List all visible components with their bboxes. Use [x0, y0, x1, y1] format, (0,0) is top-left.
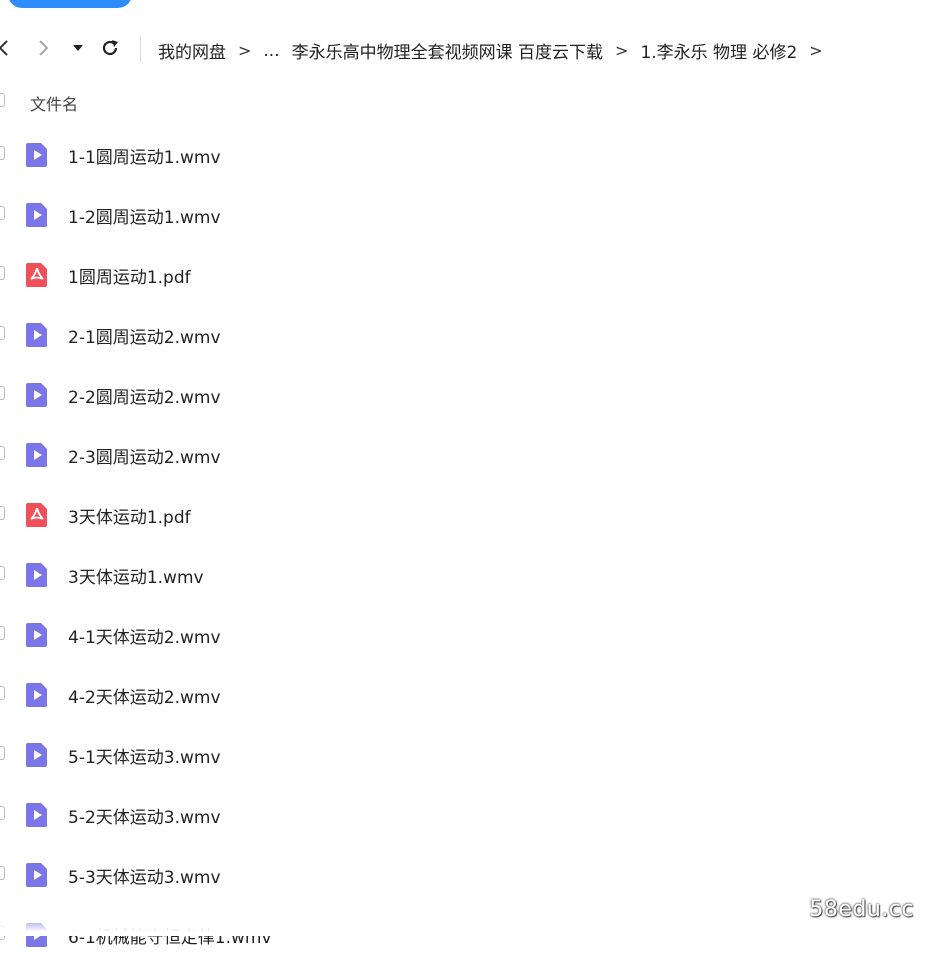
file-row[interactable]: 1-1圆周运动1.wmv	[0, 124, 932, 184]
video-file-icon	[25, 622, 49, 648]
file-row[interactable]: 2-3圆周运动2.wmv	[0, 424, 932, 484]
history-dropdown-button[interactable]	[70, 36, 86, 60]
file-row[interactable]: 2-1圆周运动2.wmv	[0, 304, 932, 364]
file-checkbox[interactable]	[0, 266, 5, 280]
breadcrumb-separator: >	[615, 41, 629, 60]
back-button[interactable]	[0, 36, 12, 60]
pdf-file-icon	[25, 262, 49, 288]
file-checkbox[interactable]	[0, 866, 5, 880]
chevron-right-icon	[39, 40, 49, 56]
watermark: 58edu.cc	[809, 897, 914, 922]
file-row[interactable]: 5-2天体运动3.wmv	[0, 784, 932, 844]
file-name[interactable]: 2-2圆周运动2.wmv	[68, 383, 221, 408]
nav-divider	[140, 36, 141, 62]
file-checkbox[interactable]	[0, 746, 5, 760]
video-file-icon	[25, 382, 49, 408]
file-name[interactable]: 4-1天体运动2.wmv	[68, 623, 221, 648]
file-checkbox[interactable]	[0, 506, 5, 520]
file-name[interactable]: 1-1圆周运动1.wmv	[68, 143, 221, 168]
file-checkbox[interactable]	[0, 146, 5, 160]
breadcrumb-ellipsis[interactable]: ...	[263, 41, 279, 61]
file-row[interactable]: 1-2圆周运动1.wmv	[0, 184, 932, 244]
file-checkbox[interactable]	[0, 626, 5, 640]
pdf-file-icon	[25, 502, 49, 528]
video-file-icon	[25, 142, 49, 168]
file-name[interactable]: 5-3天体运动3.wmv	[68, 863, 221, 888]
breadcrumb-root[interactable]: 我的网盘	[158, 38, 226, 63]
file-checkbox[interactable]	[0, 806, 5, 820]
file-row[interactable]: 5-3天体运动3.wmv	[0, 844, 932, 904]
file-name[interactable]: 4-2天体运动2.wmv	[68, 683, 221, 708]
select-all-checkbox[interactable]	[0, 93, 5, 107]
file-checkbox[interactable]	[0, 326, 5, 340]
file-checkbox[interactable]	[0, 386, 5, 400]
file-name[interactable]: 1圆周运动1.pdf	[68, 263, 191, 288]
file-name[interactable]: 2-3圆周运动2.wmv	[68, 443, 221, 468]
video-file-icon	[25, 562, 49, 588]
caret-down-icon	[73, 45, 83, 51]
file-row[interactable]: 5-1天体运动3.wmv	[0, 724, 932, 784]
refresh-button[interactable]	[98, 36, 122, 60]
file-row[interactable]: 4-1天体运动2.wmv	[0, 604, 932, 664]
file-row[interactable]: 4-2天体运动2.wmv	[0, 664, 932, 724]
navigation-bar: 我的网盘 > ... 李永乐高中物理全套视频网课 百度云下载 > 1.李永乐 物…	[0, 28, 932, 68]
chevron-left-icon	[0, 40, 8, 56]
file-checkbox[interactable]	[0, 566, 5, 580]
breadcrumb-separator: >	[809, 41, 823, 60]
forward-button[interactable]	[34, 36, 54, 60]
file-name[interactable]: 2-1圆周运动2.wmv	[68, 323, 221, 348]
file-name[interactable]: 3天体运动1.wmv	[68, 563, 204, 588]
file-row[interactable]: 2-2圆周运动2.wmv	[0, 364, 932, 424]
file-list: 1-1圆周运动1.wmv 1-2圆周运动1.wmv 1圆周运动1.pdf 2-1圆周运…	[0, 124, 932, 964]
file-checkbox[interactable]	[0, 446, 5, 460]
video-file-icon	[25, 442, 49, 468]
file-row[interactable]: 3天体运动1.wmv	[0, 544, 932, 604]
file-name[interactable]: 5-1天体运动3.wmv	[68, 743, 221, 768]
list-fade	[0, 914, 932, 936]
breadcrumb-course-folder[interactable]: 李永乐高中物理全套视频网课 百度云下载	[292, 38, 603, 63]
breadcrumb-current-folder[interactable]: 1.李永乐 物理 必修2	[640, 38, 797, 63]
video-file-icon	[25, 682, 49, 708]
video-file-icon	[25, 862, 49, 888]
breadcrumb-separator: >	[238, 41, 252, 60]
breadcrumb: 我的网盘 > ... 李永乐高中物理全套视频网课 百度云下载 > 1.李永乐 物…	[158, 38, 835, 64]
video-file-icon	[25, 802, 49, 828]
file-list-header: 文件名	[0, 86, 932, 116]
refresh-icon	[102, 40, 118, 56]
file-row[interactable]: 1圆周运动1.pdf	[0, 244, 932, 304]
file-checkbox[interactable]	[0, 206, 5, 220]
filename-column-header[interactable]: 文件名	[30, 91, 78, 115]
video-file-icon	[25, 322, 49, 348]
file-checkbox[interactable]	[0, 686, 5, 700]
file-name[interactable]: 5-2天体运动3.wmv	[68, 803, 221, 828]
video-file-icon	[25, 202, 49, 228]
file-name[interactable]: 3天体运动1.pdf	[68, 503, 191, 528]
file-name[interactable]: 1-2圆周运动1.wmv	[68, 203, 221, 228]
upload-button[interactable]	[8, 0, 132, 8]
file-row[interactable]: 3天体运动1.pdf	[0, 484, 932, 544]
video-file-icon	[25, 742, 49, 768]
